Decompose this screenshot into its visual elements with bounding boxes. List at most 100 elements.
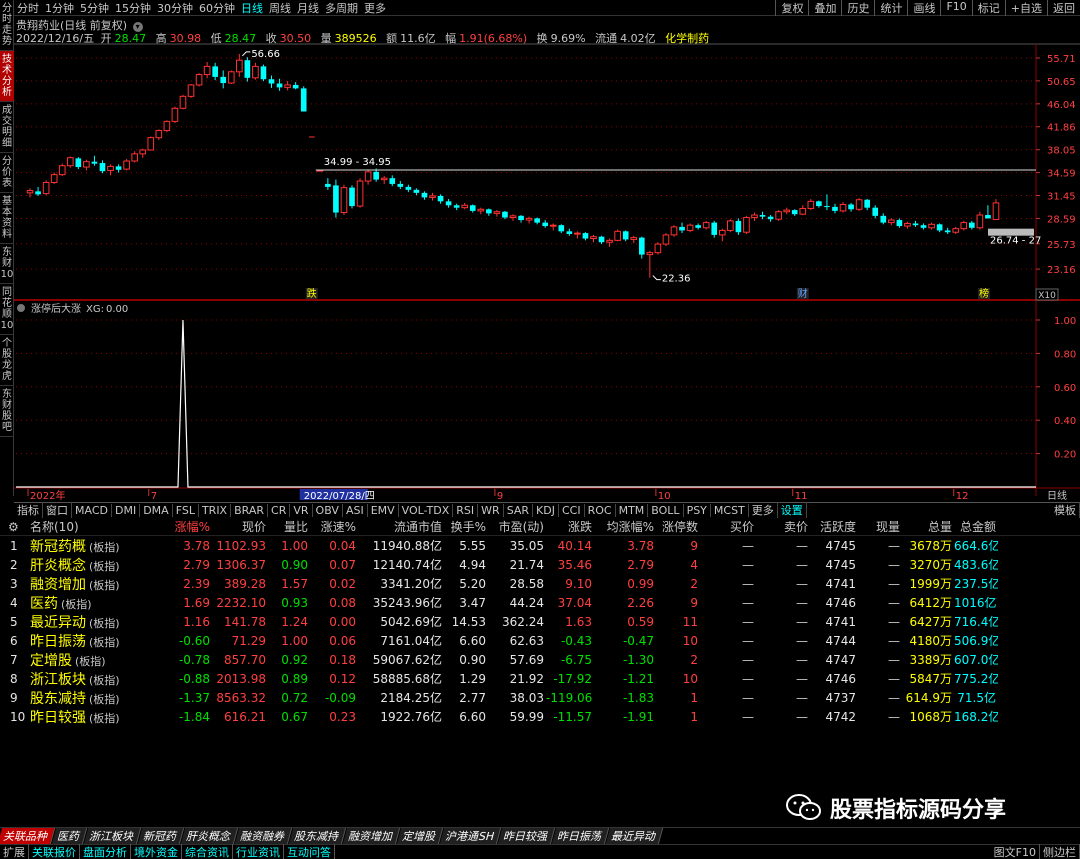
cell-15: — (888, 671, 900, 686)
cell-10: -1.30 (622, 652, 654, 667)
bottom-tab-6[interactable]: 互动问答 (284, 844, 335, 859)
indicator-15[interactable]: WR (478, 503, 504, 517)
section-tab-0[interactable]: 关联品种 (0, 827, 56, 844)
table-row[interactable]: 1 新冠药概 (板指) 3.78 1102.93 1.00 0.04 11940.88亿 5.5… (0, 536, 1080, 555)
candle-body (66, 157, 74, 167)
col-header-16[interactable]: 总金额 (954, 518, 998, 535)
indicator-9[interactable]: VR (290, 503, 313, 517)
indicator-21[interactable]: BOLL (648, 503, 684, 517)
indicator-10[interactable]: OBV (313, 503, 343, 517)
indicator-20[interactable]: MTM (616, 503, 649, 517)
candle-body (735, 220, 742, 233)
cell-15: — (888, 576, 900, 591)
cell-2: -0.88 (178, 671, 210, 686)
table-row[interactable]: 7 定增股 (板指) -0.78 857.70 0.92 0.18 59067.62亿 0.90… (0, 650, 1080, 669)
bottom-tab-3[interactable]: 境外资金 (131, 844, 182, 859)
bottom-tab-0[interactable]: 扩展 (0, 844, 29, 859)
candle-body (83, 161, 90, 168)
col-header-12[interactable]: 卖价 (756, 518, 810, 535)
candle-body (864, 199, 870, 208)
col-header-9[interactable]: 均涨幅% (594, 518, 656, 535)
indicator-13[interactable]: VOL-TDX (399, 503, 454, 517)
cell-11: 11 (682, 614, 698, 629)
indicator-22[interactable]: PSY (684, 503, 711, 517)
bottom-right-0[interactable]: 图文F10 (991, 844, 1040, 859)
indicator-1[interactable]: 窗口 (43, 502, 72, 518)
indicator-18[interactable]: CCI (559, 503, 585, 517)
sector-tag: (板指) (75, 654, 106, 668)
template-button[interactable]: 模板 (1051, 502, 1080, 518)
indicator-24[interactable]: 更多 (749, 502, 778, 518)
indicator-3[interactable]: DMI (112, 503, 141, 517)
indicator-12[interactable]: EMV (368, 503, 399, 517)
indicator-23[interactable]: MCST (711, 503, 749, 517)
section-tab-4[interactable]: 肝炎概念 (180, 827, 239, 844)
col-header-7[interactable]: 市盈(动) (488, 518, 546, 535)
section-tab-12[interactable]: 最近异动 (606, 827, 664, 844)
indicator-2[interactable]: MACD (72, 503, 112, 517)
candle-body (308, 136, 315, 138)
col-header-2[interactable]: 现价 (212, 518, 268, 535)
bottom-right-1[interactable]: 侧边栏 (1040, 844, 1080, 859)
event-marker-0: 跌 (307, 287, 317, 300)
section-tab-2[interactable]: 浙江板块 (83, 827, 142, 844)
indicator-8[interactable]: CR (268, 503, 291, 517)
indicator-25[interactable]: 设置 (778, 502, 807, 518)
col-header-15[interactable]: 总量 (902, 518, 954, 535)
table-row[interactable]: 10 昨日较强 (板指) -1.84 616.21 0.67 0.23 1922.76亿 6.6… (0, 707, 1080, 726)
kline-chart[interactable]: 55.71 50.65 46.04 41.86 38.05 34.59 31.45 28.59… (0, 0, 1080, 502)
col-header-5[interactable]: 流通市值 (358, 518, 444, 535)
section-tab-11[interactable]: 昨日振荡 (552, 827, 610, 844)
candle-body (75, 158, 82, 168)
table-row[interactable]: 3 融资增加 (板指) 2.39 389.28 1.57 0.02 3341.20亿 5.20 2… (0, 574, 1080, 593)
cell-6: 3341.20亿 (380, 577, 442, 591)
table-row[interactable]: 8 浙江板块 (板指) -0.88 2013.98 0.89 0.12 58885.68亿 1.… (0, 669, 1080, 688)
indicator-5[interactable]: FSL (173, 503, 199, 517)
bottom-tab-2[interactable]: 盘面分析 (80, 844, 131, 859)
bottom-tab-5[interactable]: 行业资讯 (233, 844, 284, 859)
indicator-11[interactable]: ASI (343, 503, 368, 517)
indicator-16[interactable]: SAR (504, 503, 534, 517)
indicator-19[interactable]: ROC (585, 503, 616, 517)
col-header-10[interactable]: 涨停数 (656, 518, 700, 535)
table-row[interactable]: 2 肝炎概念 (板指) 2.79 1306.37 0.90 0.07 12140.74亿 4.9… (0, 555, 1080, 574)
bottom-tab-4[interactable]: 综合资讯 (182, 844, 233, 859)
indicator-6[interactable]: TRIX (199, 503, 232, 517)
lower-chevron-icon[interactable] (17, 304, 25, 312)
zoom-label: X10 (1038, 291, 1056, 301)
section-tab-6[interactable]: 股东减持 (288, 827, 347, 844)
indicator-0[interactable]: 指标 (14, 502, 43, 518)
table-row[interactable]: 5 最近异动 (板指) 1.16 141.78 1.24 0.00 5042.69亿 14.53… (0, 612, 1080, 631)
section-tab-3[interactable]: 新冠药 (137, 827, 185, 844)
table-row[interactable]: 6 昨日振荡 (板指) -0.60 71.29 1.00 0.06 7161.04亿 6.60 6… (0, 631, 1080, 650)
section-tab-8[interactable]: 定增股 (396, 827, 444, 844)
section-tab-5[interactable]: 融资融券 (234, 827, 293, 844)
col-header-11[interactable]: 买价 (700, 518, 756, 535)
section-tab-9[interactable]: 沪港通SH (439, 827, 502, 844)
col-header-1[interactable]: 涨幅% (160, 518, 212, 535)
indicator-14[interactable]: RSI (453, 503, 479, 517)
settings-gear-icon[interactable]: ⚙ (0, 520, 30, 534)
table-row[interactable]: 9 股东减持 (板指) -1.37 8563.32 0.72 -0.09 2184.25亿 2.… (0, 688, 1080, 707)
col-header-13[interactable]: 活跃度 (810, 518, 858, 535)
section-tab-1[interactable]: 医药 (51, 827, 88, 844)
col-header-0[interactable]: 名称(10) (30, 518, 160, 535)
indicator-4[interactable]: DMA (140, 503, 173, 517)
candle-body (566, 231, 573, 234)
col-header-14[interactable]: 现量 (858, 518, 902, 535)
cell-2: -1.37 (178, 690, 210, 705)
trading-app: 分时走势 技术分析 成交明细 分价表 基本资料 东财10 同花顺10 个股龙虎 东财股吧 分时 1… (0, 0, 1080, 859)
indicator-17[interactable]: KDJ (533, 503, 559, 517)
table-row[interactable]: 4 医药 (板指) 1.69 2232.10 0.93 0.08 35243.96亿 3.47 4… (0, 593, 1080, 612)
col-header-4[interactable]: 涨速% (310, 518, 358, 535)
col-header-8[interactable]: 涨跌 (546, 518, 594, 535)
section-tab-10[interactable]: 昨日较强 (498, 827, 556, 844)
cell-7: 14.53 (451, 614, 486, 629)
bottom-tab-1[interactable]: 关联报价 (29, 844, 80, 859)
section-tab-7[interactable]: 融资增加 (342, 827, 401, 844)
indicator-7[interactable]: BRAR (231, 503, 269, 517)
cell-3: 2232.10 (216, 595, 266, 610)
col-header-3[interactable]: 量比 (268, 518, 310, 535)
col-header-6[interactable]: 换手% (444, 518, 488, 535)
cell-8: 62.63 (509, 633, 544, 648)
